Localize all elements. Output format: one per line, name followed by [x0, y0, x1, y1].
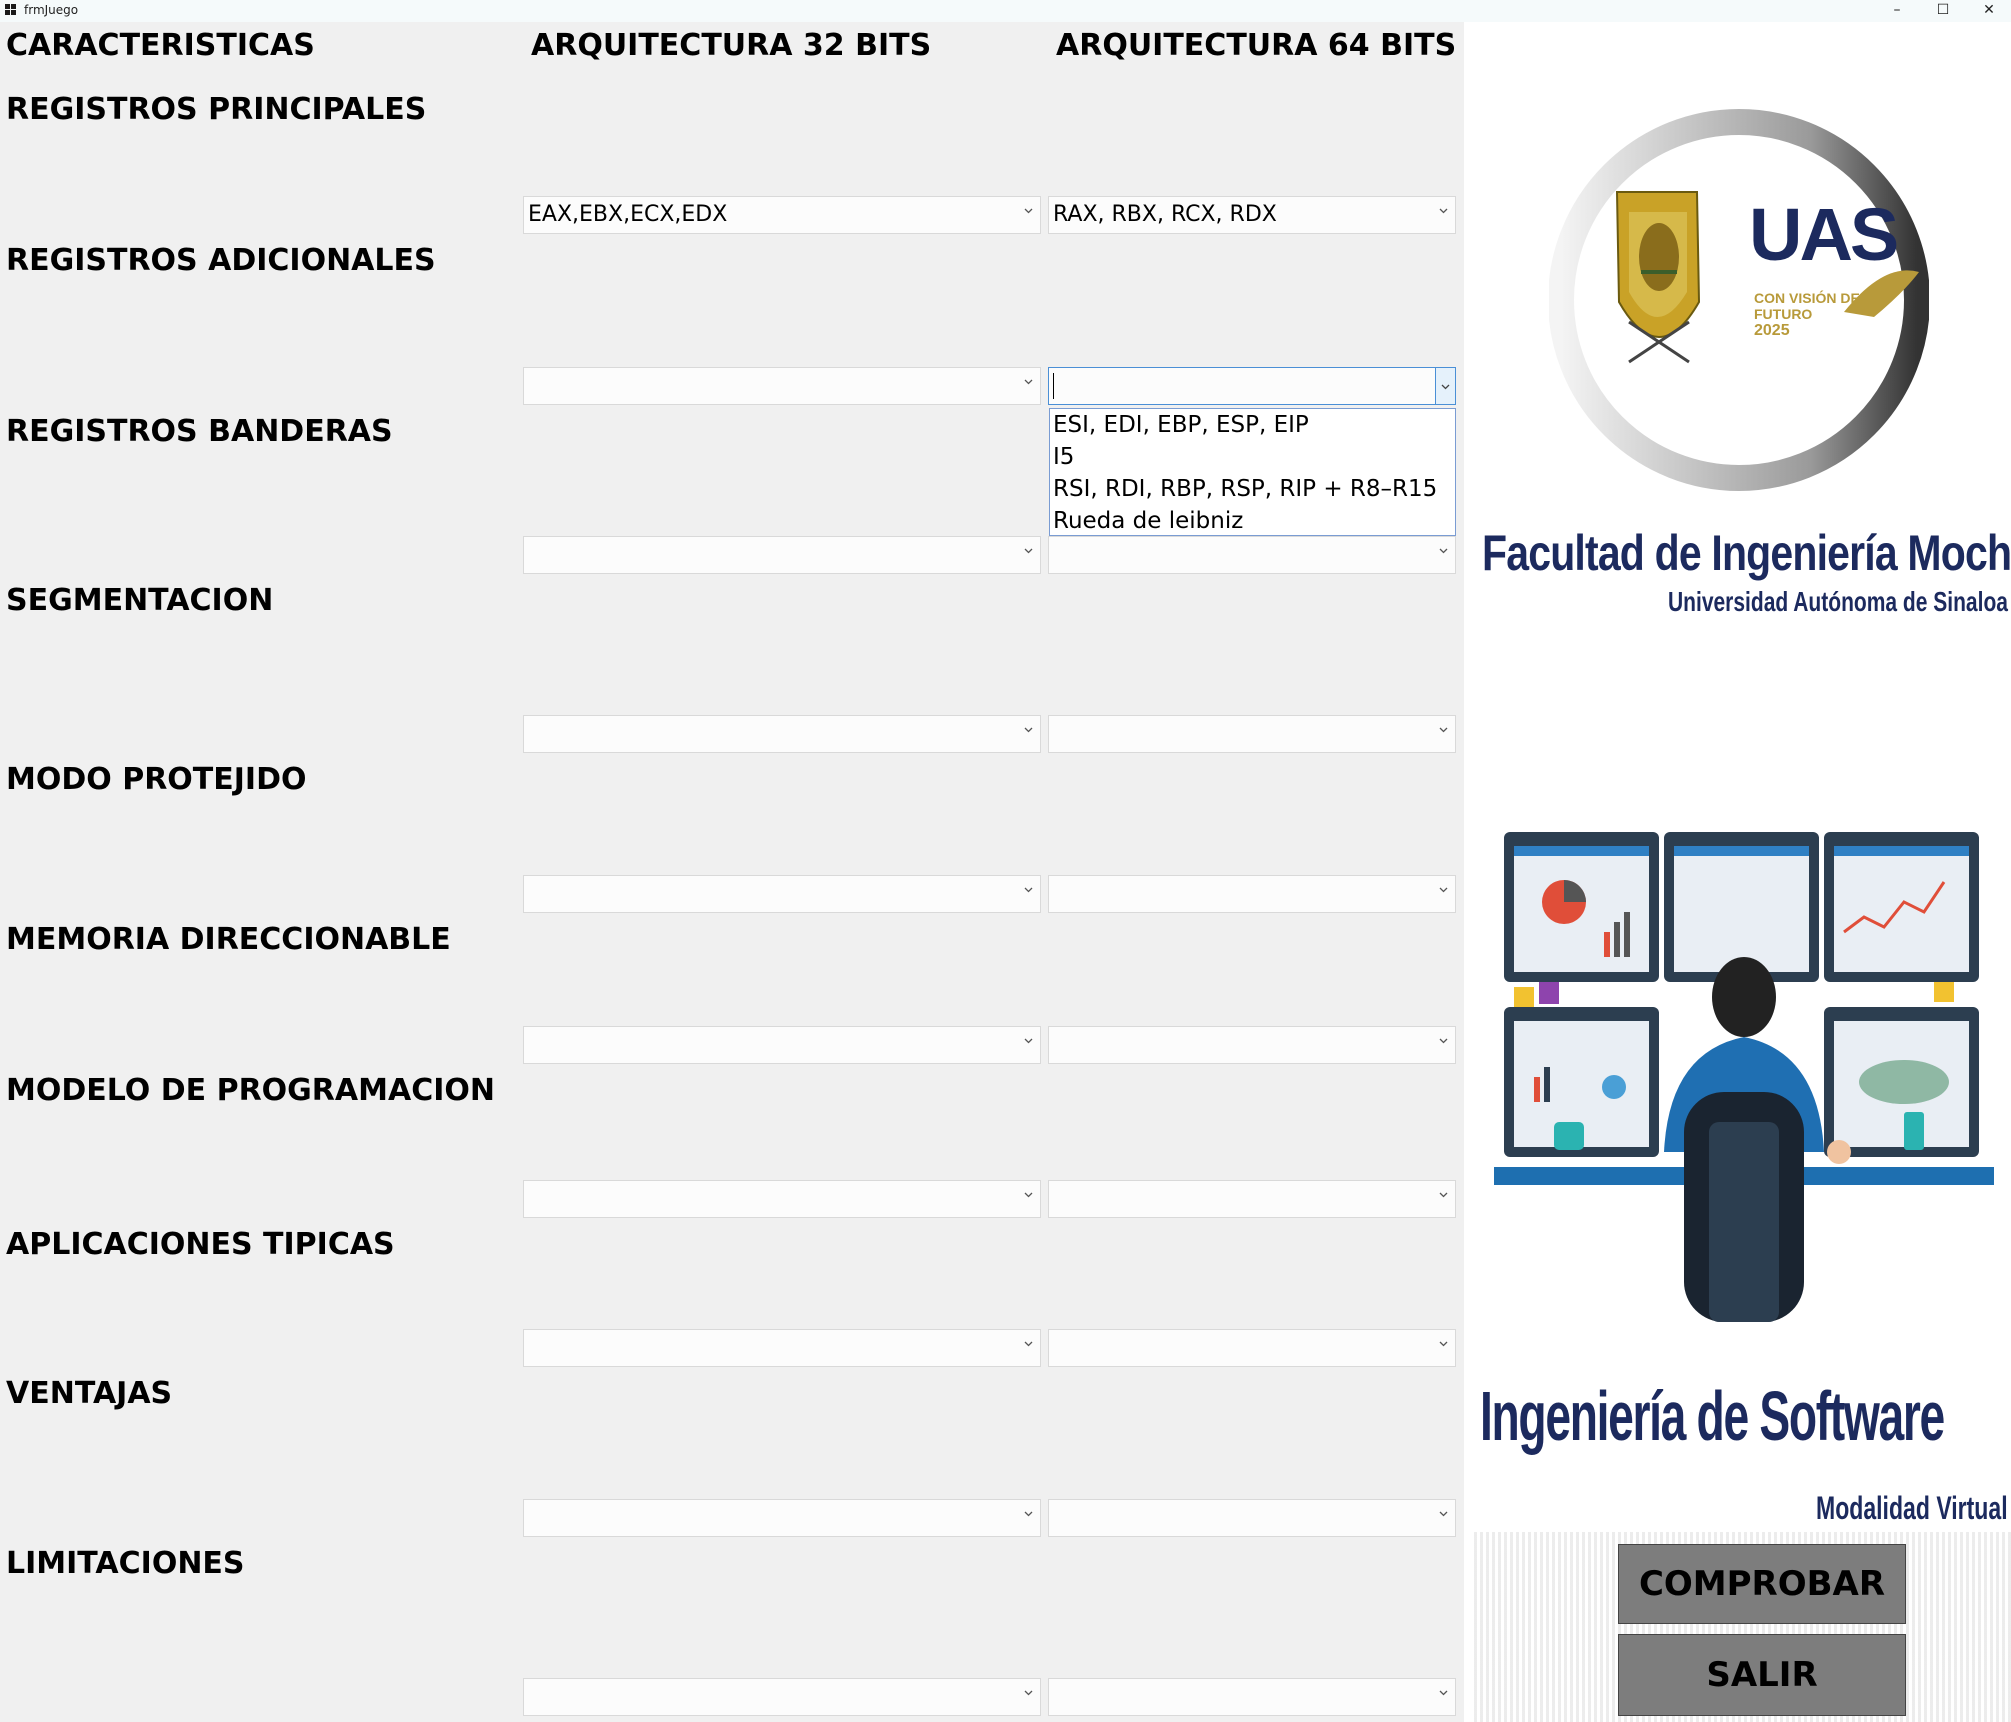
combo-64-additional-registers[interactable]: [1048, 367, 1456, 405]
combo-64-segmentation[interactable]: [1048, 715, 1456, 753]
chevron-down-icon: [1024, 887, 1033, 893]
chevron-down-icon: [1439, 1341, 1448, 1347]
chevron-down-icon: [1441, 384, 1450, 390]
label-programming-model: MODELO DE PROGRAMACION: [6, 1073, 495, 1108]
dropdown-option[interactable]: ESI, EDI, EBP, ESP, EIP: [1050, 409, 1455, 441]
chevron-down-icon: [1024, 208, 1033, 214]
combo-64-advantages[interactable]: [1048, 1499, 1456, 1537]
label-advantages: VENTAJAS: [6, 1376, 173, 1411]
text-caret: [1053, 373, 1054, 399]
app-icon: [5, 4, 17, 16]
combo-32-protected-mode[interactable]: [523, 875, 1041, 913]
maximize-icon[interactable]: ☐: [1920, 0, 1966, 22]
title-bar: frmJuego – ☐ ✕: [0, 0, 2011, 22]
close-icon[interactable]: ✕: [1966, 0, 2011, 22]
chevron-down-icon: [1439, 1690, 1448, 1696]
combo-32-flag-registers[interactable]: [523, 536, 1041, 574]
chevron-down-icon: [1024, 548, 1033, 554]
combo-64-protected-mode[interactable]: [1048, 875, 1456, 913]
uas-slogan-line: FUTURO: [1754, 306, 1813, 322]
combo-64-limitations[interactable]: [1048, 1678, 1456, 1716]
combo-64-main-registers[interactable]: RAX, RBX, RCX, RDX: [1048, 196, 1456, 234]
header-arch32: ARQUITECTURA 32 BITS: [531, 28, 932, 63]
combo-64-addressable-memory[interactable]: [1048, 1026, 1456, 1064]
combo-32-main-registers[interactable]: EAX,EBX,ECX,EDX: [523, 196, 1041, 234]
chevron-down-icon: [1439, 727, 1448, 733]
chevron-down-icon: [1439, 548, 1448, 554]
header-arch64: ARQUITECTURA 64 BITS: [1056, 28, 1457, 63]
label-flag-registers: REGISTROS BANDERAS: [6, 414, 393, 449]
chevron-down-icon: [1439, 1038, 1448, 1044]
chevron-down-icon: [1439, 1511, 1448, 1517]
dropdown-option[interactable]: RSI, RDI, RBP, RSP, RIP + R8–R15: [1050, 473, 1455, 505]
check-button[interactable]: COMPROBAR: [1618, 1544, 1906, 1624]
university-name: Universidad Autónoma de Sinaloa: [1668, 586, 2008, 617]
combo-32-typical-applications[interactable]: [523, 1329, 1041, 1367]
combo-value: RAX, RBX, RCX, RDX: [1053, 202, 1277, 227]
chevron-down-icon: [1439, 208, 1448, 214]
combo-value: EAX,EBX,ECX,EDX: [528, 202, 728, 227]
minimize-icon[interactable]: –: [1874, 0, 1920, 22]
label-additional-registers: REGISTROS ADICIONALES: [6, 243, 436, 278]
combo-32-programming-model[interactable]: [523, 1180, 1041, 1218]
combo-32-segmentation[interactable]: [523, 715, 1041, 753]
label-addressable-memory: MEMORIA DIRECCIONABLE: [6, 922, 451, 957]
eagle-wing-icon: [1844, 270, 1919, 317]
dropdown-option[interactable]: I5: [1050, 441, 1455, 473]
modality-label: Modalidad Virtual: [1816, 1490, 2008, 1526]
combo-64-programming-model[interactable]: [1048, 1180, 1456, 1218]
label-main-registers: REGISTROS PRINCIPALES: [6, 92, 427, 127]
chevron-down-icon: [1024, 379, 1033, 385]
label-protected-mode: MODO PROTEJIDO: [6, 762, 307, 797]
developer-illustration: [1494, 832, 1994, 1322]
faculty-name: Facultad de Ingeniería Mochis: [1482, 525, 2011, 581]
exit-button[interactable]: SALIR: [1618, 1634, 1906, 1716]
header-features: CARACTERISTICAS: [6, 28, 315, 63]
dropdown-option[interactable]: Rueda de leibniz: [1050, 505, 1455, 537]
chevron-down-icon: [1024, 1690, 1033, 1696]
combo-64-flag-registers[interactable]: [1048, 536, 1456, 574]
label-typical-applications: APLICACIONES TIPICAS: [6, 1227, 395, 1262]
combo-32-advantages[interactable]: [523, 1499, 1041, 1537]
combo-32-additional-registers[interactable]: [523, 367, 1041, 405]
combo-32-addressable-memory[interactable]: [523, 1026, 1041, 1064]
chevron-down-icon: [1024, 1038, 1033, 1044]
branding-panel: UAS CON VISIÓN DE FUTURO 2025 Facultad d…: [1464, 22, 2011, 1722]
label-segmentation: SEGMENTACION: [6, 583, 274, 618]
program-name: Ingeniería de Software: [1480, 1377, 1945, 1455]
chevron-down-icon: [1024, 727, 1033, 733]
combo-32-limitations[interactable]: [523, 1678, 1041, 1716]
chevron-down-icon: [1024, 1511, 1033, 1517]
label-limitations: LIMITACIONES: [6, 1546, 245, 1581]
dropdown-list: ESI, EDI, EBP, ESP, EIP I5 RSI, RDI, RBP…: [1049, 408, 1456, 536]
chevron-down-icon: [1024, 1192, 1033, 1198]
chevron-down-icon: [1439, 1192, 1448, 1198]
uas-slogan-line: 2025: [1754, 322, 1790, 339]
chevron-down-icon: [1024, 1341, 1033, 1347]
combo-64-typical-applications[interactable]: [1048, 1329, 1456, 1367]
window-title: frmJuego: [24, 3, 79, 17]
chevron-down-icon: [1439, 887, 1448, 893]
